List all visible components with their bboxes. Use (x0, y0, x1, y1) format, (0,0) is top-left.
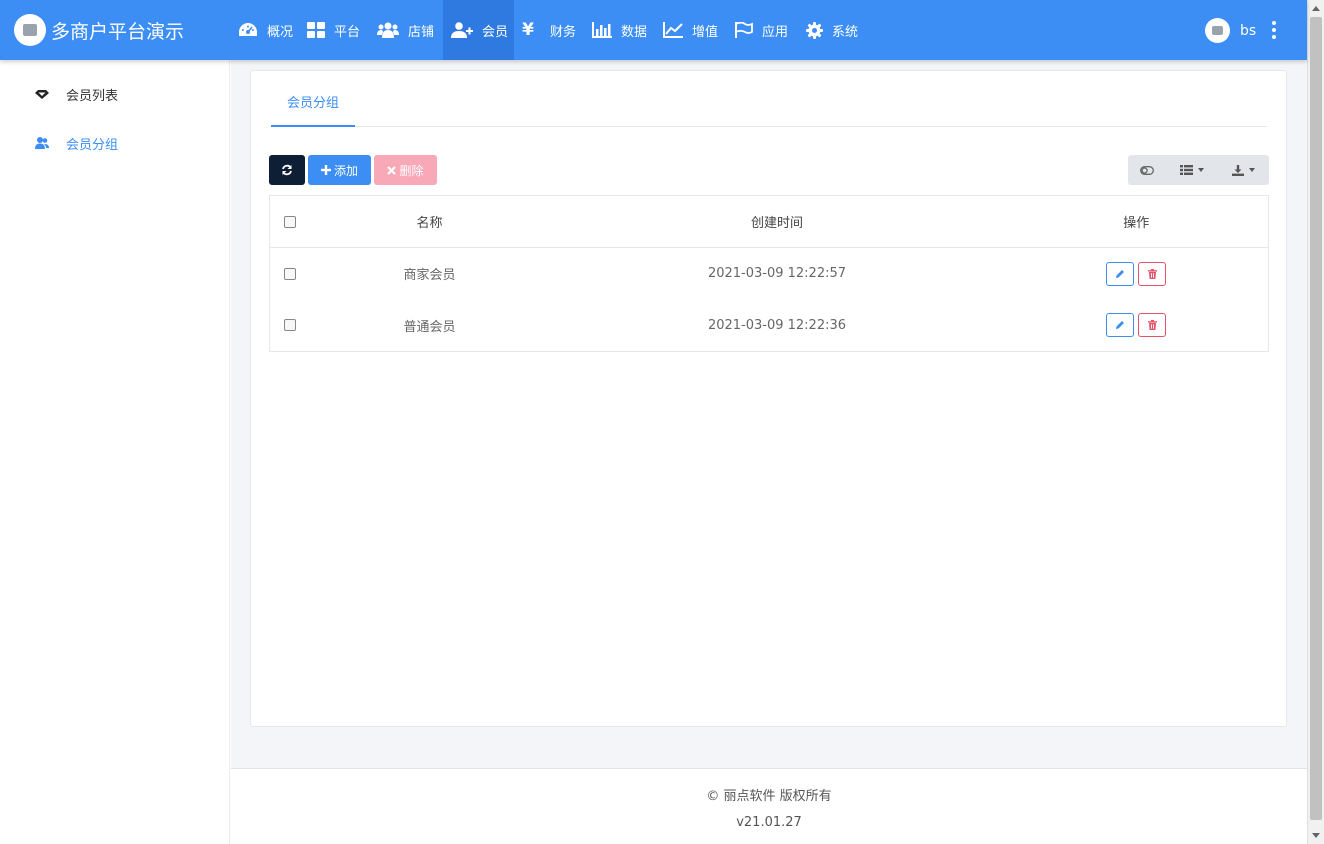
select-all-checkbox[interactable] (284, 215, 296, 228)
nav-label: 增值 (692, 24, 719, 40)
row-select-cell (270, 300, 310, 352)
pencil-icon (1116, 321, 1125, 330)
nav-label: 会员 (481, 24, 508, 40)
nav-item-value-added[interactable]: 增值 (655, 0, 727, 60)
sidebar-item-member-groups[interactable]: 会员分组 (0, 131, 230, 155)
row-checkbox[interactable] (284, 319, 296, 332)
delete-button[interactable]: 删除 (374, 155, 437, 185)
add-button-label: 添加 (333, 163, 358, 178)
close-icon (387, 165, 397, 175)
sidebar: 会员列表 会员分组 (0, 60, 230, 844)
download-icon (1231, 164, 1244, 176)
nav-label: 店铺 (408, 24, 435, 40)
nav-item-platform[interactable]: 平台 (299, 0, 369, 60)
users-icon (35, 137, 49, 149)
column-header-name[interactable]: 名称 (309, 195, 550, 248)
nav-label: 应用 (762, 24, 789, 40)
sidebar-item-label: 会员列表 (66, 88, 119, 104)
toggle-view-button[interactable] (1128, 155, 1166, 185)
tab-member-groups[interactable]: 会员分组 (271, 71, 355, 127)
cell-actions (1005, 248, 1269, 300)
table-tools (1128, 155, 1269, 185)
grid-icon (307, 22, 325, 38)
plus-icon (320, 165, 331, 175)
table-header-row: 名称 创建时间 操作 (269, 195, 1269, 248)
line-chart-icon (663, 22, 683, 38)
user-plus-icon (451, 22, 473, 38)
nav-label: 概况 (266, 24, 293, 40)
table-toolbar: 添加 删除 (269, 155, 440, 185)
copyright-text: © 丽点软件 版权所有 (706, 789, 832, 804)
main-nav: 概况 平台 店铺 会员 ¥ 财务 数据 增值 应用 系统 (230, 0, 866, 60)
gear-icon (806, 21, 823, 39)
toggle-icon (1140, 165, 1154, 175)
flag-icon (735, 22, 753, 38)
table-row: 商家会员 2021-03-09 12:22:57 (270, 248, 1269, 300)
delete-row-button[interactable] (1138, 261, 1167, 286)
nav-item-apps[interactable]: 应用 (727, 0, 798, 60)
content-card: 会员分组 添加 删除 名称 创建时间 操作 商家会员 2021-03-09 12… (250, 70, 1287, 727)
dashboard-icon (238, 23, 257, 36)
sidebar-item-label: 会员分组 (66, 137, 119, 153)
logo-icon (14, 14, 46, 46)
footer: © 丽点软件 版权所有 v21.01.27 (231, 768, 1307, 844)
select-all-cell (269, 195, 310, 248)
brand[interactable]: 多商户平台演示 (14, 14, 184, 46)
table-row: 普通会员 2021-03-09 12:22:36 (270, 300, 1269, 352)
diamond-icon (35, 90, 49, 99)
scrollbar-thumb[interactable] (1310, 17, 1322, 820)
avatar (1205, 18, 1230, 43)
nav-label: 数据 (621, 24, 648, 40)
delete-button-label: 删除 (399, 163, 424, 178)
column-header-actions: 操作 (1004, 195, 1269, 248)
user-name: bs (1240, 22, 1257, 39)
scroll-up-icon[interactable] (1312, 6, 1320, 11)
list-icon (1180, 165, 1193, 175)
columns-dropdown[interactable] (1166, 155, 1218, 185)
refresh-icon (282, 164, 292, 176)
sidebar-item-member-list[interactable]: 会员列表 (0, 82, 230, 106)
nav-label: 系统 (832, 24, 859, 40)
trash-icon (1147, 320, 1157, 331)
row-checkbox[interactable] (284, 267, 296, 280)
tab-bar: 会员分组 (271, 71, 1267, 127)
edit-button[interactable] (1106, 261, 1135, 286)
main-content: 会员分组 添加 删除 名称 创建时间 操作 商家会员 2021-03-09 12… (231, 60, 1307, 768)
scroll-down-icon[interactable] (1312, 833, 1320, 838)
cell-created: 2021-03-09 12:22:36 (707, 317, 847, 333)
top-navbar: 多商户平台演示 概况 平台 店铺 会员 ¥ 财务 数据 增值 应用 系统 bs (0, 0, 1307, 60)
refresh-button[interactable] (269, 155, 305, 185)
cell-name: 商家会员 (403, 268, 456, 284)
nav-item-finance[interactable]: ¥ 财务 (514, 0, 584, 60)
column-header-created[interactable]: 创建时间 (549, 195, 1005, 248)
page-scrollbar[interactable] (1307, 0, 1324, 844)
bar-chart-icon (592, 22, 612, 38)
cell-created: 2021-03-09 12:22:57 (707, 266, 847, 282)
version-text: v21.01.27 (736, 815, 802, 830)
cell-name: 普通会员 (403, 319, 456, 335)
edit-button[interactable] (1106, 313, 1135, 338)
nav-label: 财务 (550, 24, 577, 40)
add-button[interactable]: 添加 (308, 155, 371, 185)
delete-row-button[interactable] (1138, 313, 1167, 338)
users-icon (377, 22, 399, 38)
yen-icon: ¥ (522, 20, 534, 40)
nav-item-data[interactable]: 数据 (584, 0, 655, 60)
more-menu-icon[interactable] (1266, 18, 1282, 42)
cell-actions (1005, 300, 1269, 352)
export-dropdown[interactable] (1218, 155, 1268, 185)
nav-item-shops[interactable]: 店铺 (369, 0, 443, 60)
app-title: 多商户平台演示 (51, 20, 185, 43)
nav-label: 平台 (334, 24, 361, 40)
chevron-down-icon (1248, 168, 1255, 172)
pencil-icon (1116, 269, 1125, 278)
row-select-cell (270, 248, 310, 300)
nav-item-system[interactable]: 系统 (798, 0, 866, 60)
trash-icon (1147, 268, 1157, 279)
member-group-table: 名称 创建时间 操作 商家会员 2021-03-09 12:22:57 普通会员… (269, 195, 1269, 352)
chevron-down-icon (1198, 168, 1204, 172)
nav-item-members[interactable]: 会员 (443, 0, 514, 60)
user-menu[interactable]: bs (1205, 18, 1256, 43)
nav-item-overview[interactable]: 概况 (230, 0, 299, 60)
